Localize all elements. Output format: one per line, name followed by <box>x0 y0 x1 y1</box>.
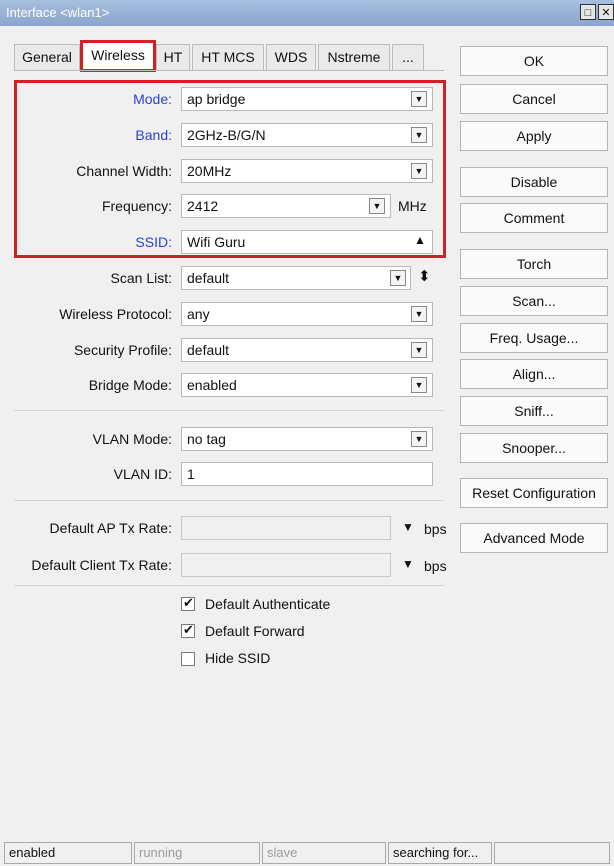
frequency-unit: MHz <box>398 198 427 214</box>
dropdown-arrow-icon[interactable]: ▼ <box>390 270 406 286</box>
separator <box>14 410 444 411</box>
vlan-mode-label: VLAN Mode: <box>92 431 172 447</box>
window-title-bar: Interface <wlan1> □ ✕ <box>0 0 614 26</box>
tab-ht-mcs[interactable]: HT MCS <box>192 44 264 70</box>
tab-ht[interactable]: HT <box>156 44 190 70</box>
tab-panel-border <box>14 70 444 71</box>
dropdown-arrow-icon[interactable]: ▼ <box>402 557 414 571</box>
vlan-mode-select[interactable]: no tag <box>181 427 433 451</box>
triangle-up-icon[interactable]: ▲ <box>414 233 426 247</box>
dropdown-arrow-icon[interactable]: ▼ <box>411 431 427 447</box>
cancel-button[interactable]: Cancel <box>460 84 608 114</box>
wireless-protocol-label: Wireless Protocol: <box>59 306 172 322</box>
vlan-id-input[interactable]: 1 <box>181 462 433 486</box>
window-title: Interface <wlan1> <box>6 5 110 20</box>
mode-select[interactable]: ap bridge <box>181 87 433 111</box>
checkmark-icon: ✔ <box>183 595 194 610</box>
band-select[interactable]: 2GHz-B/G/N <box>181 123 433 147</box>
hide-ssid-checkbox[interactable] <box>181 652 195 666</box>
advanced-mode-button[interactable]: Advanced Mode <box>460 523 608 553</box>
tab-wireless[interactable]: Wireless <box>82 42 154 70</box>
vlan-id-label: VLAN ID: <box>113 466 172 482</box>
scan-list-select[interactable]: default <box>181 266 411 290</box>
status-empty <box>494 842 610 864</box>
reset-configuration-button[interactable]: Reset Configuration <box>460 478 608 508</box>
tab-wds[interactable]: WDS <box>266 44 316 70</box>
tab-general[interactable]: General <box>14 44 80 70</box>
dropdown-arrow-icon[interactable]: ▼ <box>402 520 414 534</box>
status-slave: slave <box>262 842 386 864</box>
default-forward-checkbox[interactable]: ✔ <box>181 622 195 638</box>
close-button[interactable]: ✕ <box>598 4 614 20</box>
disable-button[interactable]: Disable <box>460 167 608 197</box>
ssid-label: SSID: <box>135 234 172 250</box>
default-authenticate-checkbox[interactable]: ✔ <box>181 595 195 611</box>
dropdown-arrow-icon[interactable]: ▼ <box>411 306 427 322</box>
sniff-button[interactable]: Sniff... <box>460 396 608 426</box>
apply-button[interactable]: Apply <box>460 121 608 151</box>
default-forward-label: Default Forward <box>205 623 305 639</box>
channel-width-label: Channel Width: <box>76 163 172 179</box>
dropdown-arrow-icon[interactable]: ▼ <box>369 198 385 214</box>
align-button[interactable]: Align... <box>460 359 608 389</box>
default-ap-tx-rate-input[interactable] <box>181 516 391 540</box>
default-client-tx-rate-input[interactable] <box>181 553 391 577</box>
default-ap-tx-rate-label: Default AP Tx Rate: <box>49 520 172 536</box>
separator <box>14 585 444 586</box>
scan-button[interactable]: Scan... <box>460 286 608 316</box>
torch-button[interactable]: Torch <box>460 249 608 279</box>
client-tx-rate-unit: bps <box>424 558 447 574</box>
status-bar: enabled running slave searching for... <box>0 842 614 866</box>
comment-button[interactable]: Comment <box>460 203 608 233</box>
dropdown-arrow-icon[interactable]: ▼ <box>411 163 427 179</box>
frequency-select[interactable]: 2412 <box>181 194 391 218</box>
status-enabled: enabled <box>4 842 132 864</box>
status-running: running <box>134 842 260 864</box>
bridge-mode-select[interactable]: enabled <box>181 373 433 397</box>
ok-button[interactable]: OK <box>460 46 608 76</box>
checkmark-icon: ✔ <box>183 622 194 637</box>
bridge-mode-label: Bridge Mode: <box>88 377 172 393</box>
dropdown-arrow-icon[interactable]: ▼ <box>411 91 427 107</box>
tab-more[interactable]: ... <box>392 44 424 70</box>
up-down-icon[interactable]: ⬍ <box>418 267 431 285</box>
dropdown-arrow-icon[interactable]: ▼ <box>411 127 427 143</box>
freq-usage-button[interactable]: Freq. Usage... <box>460 323 608 353</box>
status-searching: searching for... <box>388 842 492 864</box>
separator <box>14 500 444 501</box>
frequency-label: Frequency: <box>101 198 172 214</box>
dropdown-arrow-icon[interactable]: ▼ <box>411 342 427 358</box>
band-label: Band: <box>135 127 172 143</box>
default-client-tx-rate-label: Default Client Tx Rate: <box>31 557 172 573</box>
security-profile-select[interactable]: default <box>181 338 433 362</box>
default-authenticate-label: Default Authenticate <box>205 596 331 612</box>
ap-tx-rate-unit: bps <box>424 521 447 537</box>
mode-label: Mode: <box>133 91 172 107</box>
snooper-button[interactable]: Snooper... <box>460 433 608 463</box>
ssid-input[interactable]: Wifi Guru <box>181 230 433 254</box>
tab-nstreme[interactable]: Nstreme <box>318 44 390 70</box>
scan-list-label: Scan List: <box>110 270 172 286</box>
maximize-button[interactable]: □ <box>580 4 596 20</box>
hide-ssid-label: Hide SSID <box>205 650 271 666</box>
wireless-protocol-select[interactable]: any <box>181 302 433 326</box>
channel-width-select[interactable]: 20MHz <box>181 159 433 183</box>
security-profile-label: Security Profile: <box>73 342 172 358</box>
dropdown-arrow-icon[interactable]: ▼ <box>411 377 427 393</box>
